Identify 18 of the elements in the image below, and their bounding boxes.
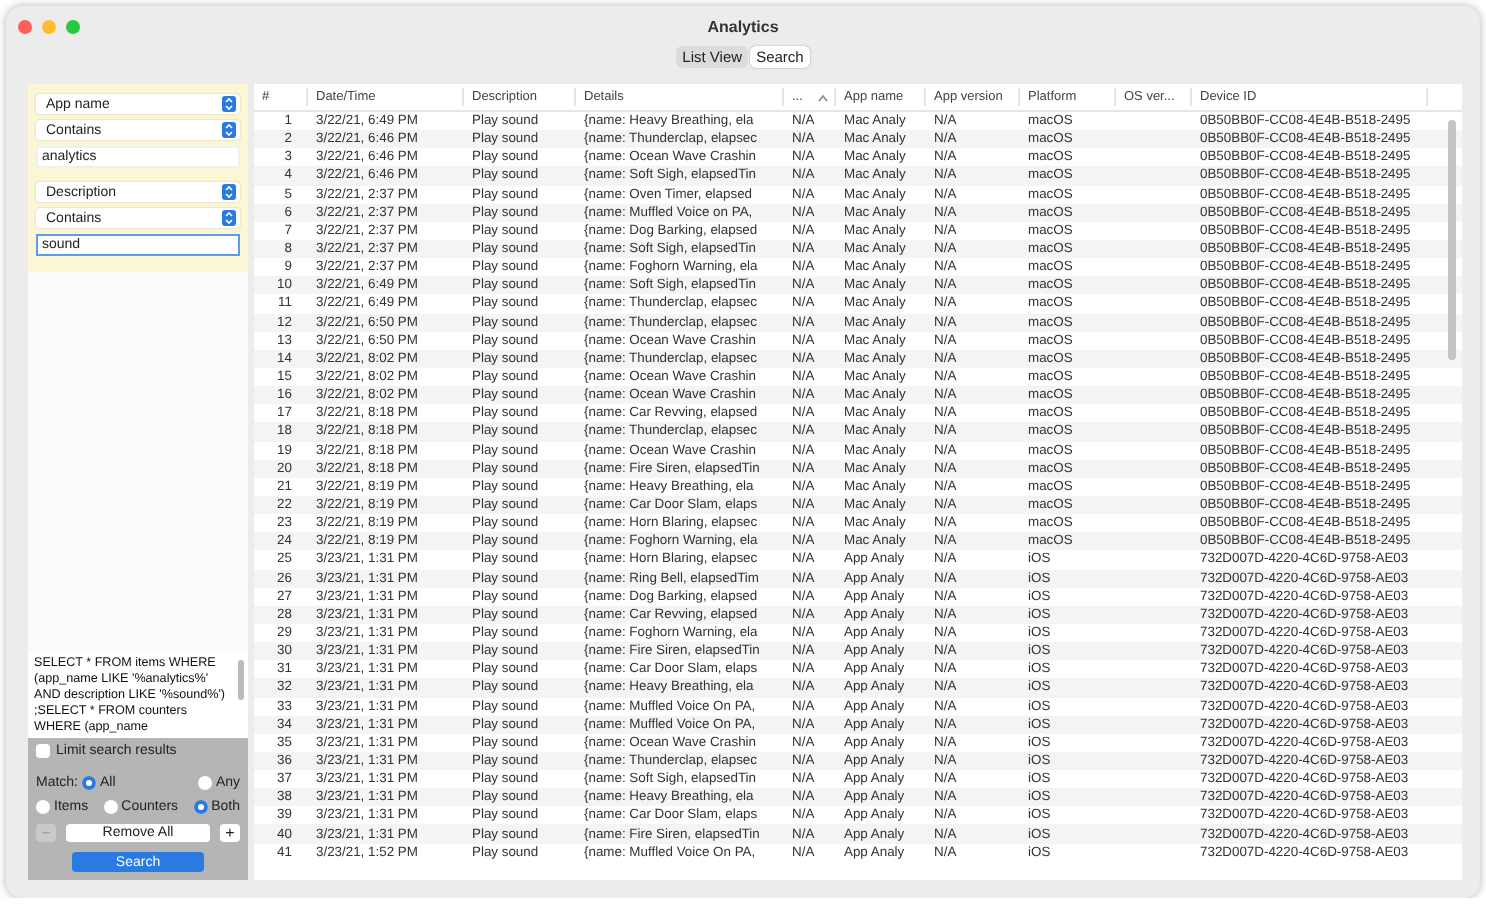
zoom-button[interactable] [66,19,80,33]
stepper-icon [222,122,236,138]
sort-icon [818,93,828,101]
add-button[interactable]: + [220,824,240,842]
close-button[interactable] [18,19,32,33]
window-title: Analytics [707,17,779,35]
stepper-icon [222,210,236,226]
stepper-icon [222,184,236,200]
minimize-button[interactable] [42,19,56,33]
stepper-icon [222,96,236,112]
limit-checkbox[interactable] [36,744,50,758]
radio-button[interactable] [193,800,208,814]
radio-button[interactable] [197,776,212,790]
radio-button[interactable] [82,776,97,790]
radio-button[interactable] [36,800,50,814]
radio-button[interactable] [103,800,118,814]
scrollbar[interactable] [238,660,244,700]
scrollbar[interactable] [1448,120,1456,360]
